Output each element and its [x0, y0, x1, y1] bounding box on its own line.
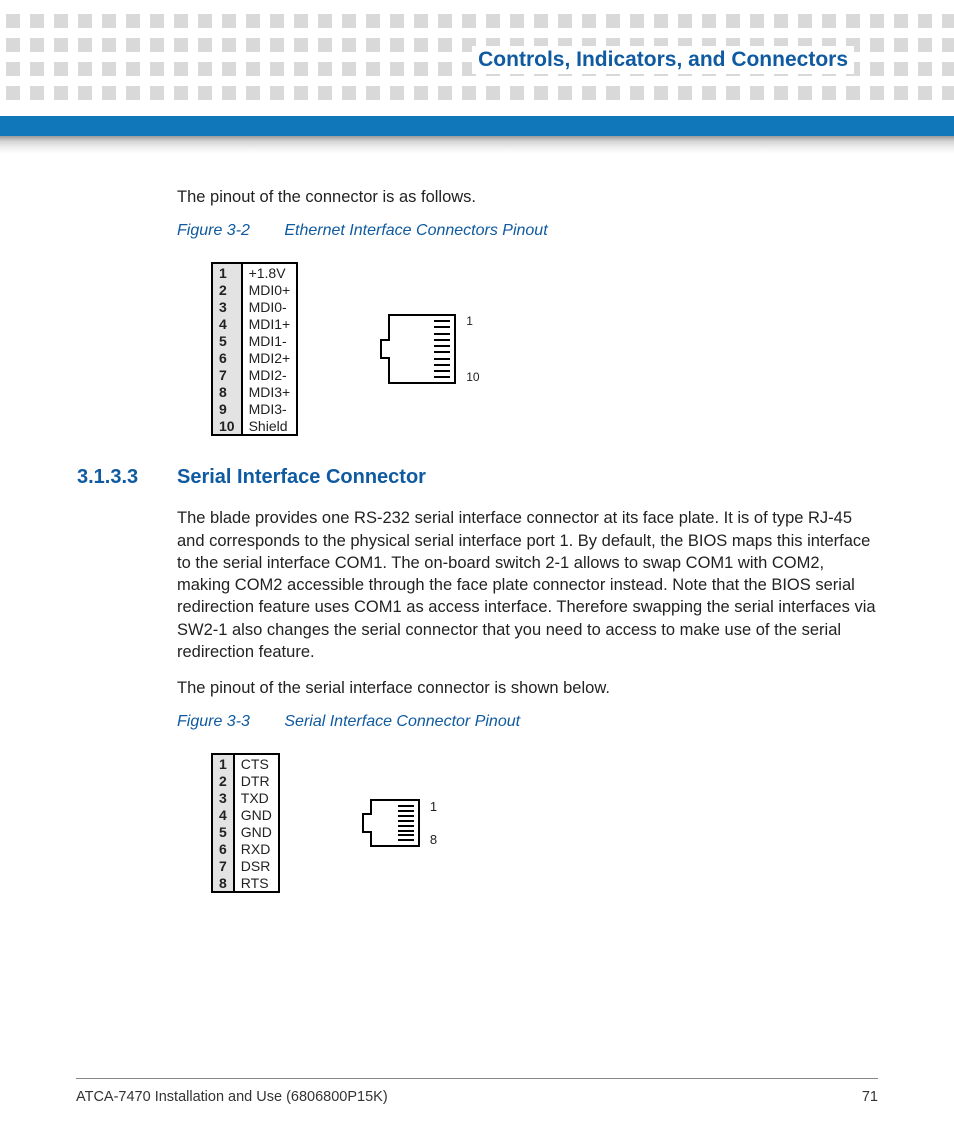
figure-number: Figure 3-3 — [177, 713, 250, 730]
pin-signal: MDI3- — [243, 400, 297, 417]
pin-signal: MDI0+ — [243, 281, 297, 298]
page-header-title: Controls, Indicators, and Connectors — [472, 46, 854, 74]
pin-signal: MDI1- — [243, 332, 297, 349]
jack-pin-range-labels: 1 10 — [466, 314, 479, 384]
pin-number-column: 1 2 3 4 5 6 7 8 9 10 — [213, 264, 243, 434]
rj45-jack-diagram: 1 10 — [388, 314, 479, 384]
jack-label-top: 1 — [430, 799, 437, 814]
header-gradient-rule — [0, 136, 954, 154]
pin-num: 2 — [213, 772, 233, 789]
pin-signal: MDI3+ — [243, 383, 297, 400]
pin-num: 5 — [213, 823, 233, 840]
pin-signal: +1.8V — [243, 264, 297, 281]
pin-num: 8 — [213, 874, 233, 891]
rj45-jack-icon — [370, 799, 420, 847]
rj45-jack-icon — [388, 314, 456, 384]
figure-title: Ethernet Interface Connectors Pinout — [284, 222, 547, 239]
footer-page-number: 71 — [862, 1089, 878, 1105]
pin-signal: DTR — [235, 772, 278, 789]
jack-tab — [362, 813, 372, 833]
serial-pinout-table: 1 2 3 4 5 6 7 8 CTS DTR TXD GND GND RXD … — [211, 753, 280, 893]
section-number: 3.1.3.3 — [77, 466, 147, 489]
pin-num: 9 — [213, 400, 241, 417]
jack-tab — [380, 339, 390, 359]
pin-signal: CTS — [235, 755, 278, 772]
jack-pins — [398, 805, 414, 841]
figure-3-2-caption: Figure 3-2 Ethernet Interface Connectors… — [177, 222, 877, 240]
pin-signal: MDI1+ — [243, 315, 297, 332]
jack-pins — [434, 320, 450, 378]
figure-3-3-diagram: 1 2 3 4 5 6 7 8 CTS DTR TXD GND GND RXD … — [211, 753, 877, 893]
intro-paragraph: The pinout of the connector is as follow… — [177, 186, 877, 208]
pin-signal: DSR — [235, 857, 278, 874]
pin-num: 5 — [213, 332, 241, 349]
pin-signal: Shield — [243, 417, 297, 434]
pin-signal: RXD — [235, 840, 278, 857]
section-title: Serial Interface Connector — [177, 466, 426, 489]
pin-num: 6 — [213, 349, 241, 366]
pin-signal: MDI0- — [243, 298, 297, 315]
rj45-jack-diagram-small: 1 8 — [370, 799, 437, 847]
page-content: The pinout of the connector is as follow… — [177, 186, 877, 921]
pin-num: 3 — [213, 298, 241, 315]
pin-signal: GND — [235, 823, 278, 840]
footer-doc-title: ATCA-7470 Installation and Use (6806800P… — [76, 1089, 388, 1105]
pin-signal: MDI2- — [243, 366, 297, 383]
pin-signal-column: CTS DTR TXD GND GND RXD DSR RTS — [235, 755, 278, 891]
jack-label-bottom: 10 — [466, 370, 479, 384]
figure-3-3-caption: Figure 3-3 Serial Interface Connector Pi… — [177, 713, 877, 731]
serial-paragraph-2: The pinout of the serial interface conne… — [177, 677, 877, 699]
figure-title: Serial Interface Connector Pinout — [284, 713, 520, 730]
pin-num: 7 — [213, 857, 233, 874]
pin-signal-column: +1.8V MDI0+ MDI0- MDI1+ MDI1- MDI2+ MDI2… — [243, 264, 297, 434]
figure-3-2-diagram: 1 2 3 4 5 6 7 8 9 10 +1.8V MDI0+ MDI0- M… — [211, 262, 877, 436]
jack-label-top: 1 — [466, 314, 479, 328]
pin-signal: MDI2+ — [243, 349, 297, 366]
ethernet-pinout-table: 1 2 3 4 5 6 7 8 9 10 +1.8V MDI0+ MDI0- M… — [211, 262, 298, 436]
page-footer: ATCA-7470 Installation and Use (6806800P… — [76, 1078, 878, 1105]
section-heading-3-1-3-3: 3.1.3.3 Serial Interface Connector — [77, 466, 877, 489]
jack-label-bottom: 8 — [430, 832, 437, 847]
pin-number-column: 1 2 3 4 5 6 7 8 — [213, 755, 235, 891]
pin-num: 2 — [213, 281, 241, 298]
pin-num: 7 — [213, 366, 241, 383]
pin-num: 3 — [213, 789, 233, 806]
pin-num: 4 — [213, 315, 241, 332]
pin-num: 8 — [213, 383, 241, 400]
pin-signal: RTS — [235, 874, 278, 891]
figure-number: Figure 3-2 — [177, 222, 250, 239]
dot-row — [0, 86, 954, 100]
pin-num: 6 — [213, 840, 233, 857]
pin-signal: TXD — [235, 789, 278, 806]
pin-signal: GND — [235, 806, 278, 823]
header-blue-bar — [0, 116, 954, 136]
serial-paragraph-1: The blade provides one RS-232 serial int… — [177, 507, 877, 663]
pin-num: 1 — [213, 755, 233, 772]
dot-row — [0, 14, 954, 28]
pin-num: 10 — [213, 417, 241, 434]
pin-num: 4 — [213, 806, 233, 823]
jack-pin-range-labels: 1 8 — [430, 799, 437, 847]
pin-num: 1 — [213, 264, 241, 281]
